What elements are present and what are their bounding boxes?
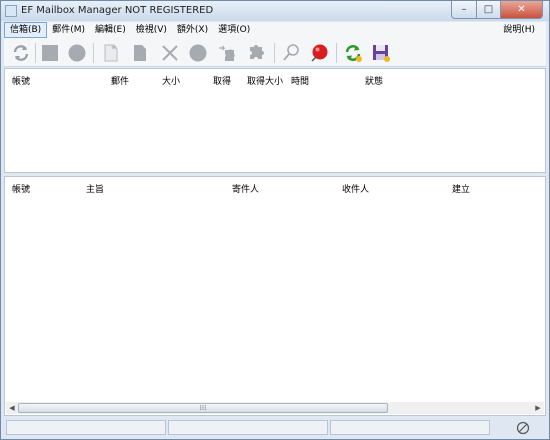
red-ball-icon (311, 44, 328, 62)
stop-square-icon (42, 45, 58, 61)
ball-button[interactable] (308, 42, 330, 64)
messages-header: 帳號 主旨 寄件人 收件人 建立 (5, 177, 545, 195)
status-bar (4, 418, 546, 438)
col-mail[interactable]: 郵件 (111, 74, 129, 87)
toolbar (4, 38, 546, 67)
new-document-icon (104, 44, 118, 62)
scroll-right-button[interactable]: ▶ (532, 402, 544, 414)
col-sender[interactable]: 寄件人 (232, 182, 259, 195)
save-disk-icon (373, 45, 390, 62)
sync-button[interactable] (342, 42, 364, 64)
plugin-button[interactable] (246, 42, 268, 64)
arrow-right-icon: ▶ (535, 404, 541, 412)
menu-help[interactable]: 說明(H) (498, 22, 540, 38)
scroll-left-button[interactable]: ◀ (6, 402, 18, 414)
horizontal-scrollbar[interactable]: ◀ ⁞⁞⁞ ▶ (6, 402, 544, 414)
new-message-button[interactable] (100, 42, 122, 64)
menu-extra[interactable]: 額外(X) (172, 22, 213, 38)
delete-x-icon (162, 45, 178, 61)
accounts-header: 帳號 郵件 大小 取得 取得大小 時間 狀態 (5, 69, 545, 87)
grip-icon: ⁞⁞⁞ (199, 404, 207, 412)
menu-view[interactable]: 檢視(V) (131, 22, 172, 38)
close-icon: ✕ (517, 4, 526, 15)
circle-icon (189, 44, 207, 62)
col-account[interactable]: 帳號 (12, 74, 30, 87)
arrow-left-icon: ◀ (9, 404, 15, 412)
stop-button[interactable] (39, 42, 61, 64)
save-button[interactable] (370, 42, 392, 64)
delete-button[interactable] (159, 42, 181, 64)
minimize-button[interactable]: – (451, 1, 477, 19)
menu-mailbox[interactable]: 信箱(B) (4, 22, 48, 38)
open-message-button[interactable] (129, 42, 151, 64)
close-button[interactable]: ✕ (501, 1, 543, 19)
col-fetched[interactable]: 取得 (213, 74, 231, 87)
forward-puzzle-icon (219, 45, 235, 61)
title-bar[interactable]: EF Mailbox Manager NOT REGISTERED – □ ✕ (1, 1, 549, 21)
forward-button[interactable] (216, 42, 238, 64)
col-size[interactable]: 大小 (162, 74, 180, 87)
status-cell-1 (6, 420, 166, 435)
col-recipient[interactable]: 收件人 (342, 182, 369, 195)
col-time[interactable]: 時間 (291, 74, 309, 87)
col-created[interactable]: 建立 (452, 182, 470, 195)
green-refresh-icon (345, 45, 362, 62)
refresh-icon (13, 45, 29, 61)
accounts-list[interactable]: 帳號 郵件 大小 取得 取得大小 時間 狀態 (4, 68, 546, 173)
messages-list[interactable]: 帳號 主旨 寄件人 收件人 建立 ◀ ⁞⁞⁞ ▶ (4, 176, 546, 416)
refresh-button[interactable] (10, 42, 32, 64)
puzzle-icon (250, 45, 264, 59)
minimize-icon: – (461, 4, 467, 15)
record-button[interactable] (66, 42, 88, 64)
col-msg-account[interactable]: 帳號 (12, 182, 30, 195)
window-title: EF Mailbox Manager NOT REGISTERED (21, 5, 214, 16)
col-status[interactable]: 狀態 (365, 74, 383, 87)
maximize-icon: □ (483, 4, 494, 15)
col-subject[interactable]: 主旨 (86, 182, 104, 195)
circle-button[interactable] (187, 42, 209, 64)
status-cell-2 (168, 420, 328, 435)
scrollbar-thumb[interactable]: ⁞⁞⁞ (18, 403, 388, 413)
pushpin-icon (283, 44, 299, 61)
menu-edit[interactable]: 編輯(E) (90, 22, 131, 38)
connection-status-icon (516, 421, 530, 435)
menu-mail[interactable]: 郵件(M) (47, 22, 90, 38)
pin-button[interactable] (280, 42, 302, 64)
record-circle-icon (68, 44, 86, 62)
document-icon (134, 45, 146, 61)
app-icon (5, 5, 17, 17)
status-cell-3 (330, 420, 490, 435)
app-window: EF Mailbox Manager NOT REGISTERED – □ ✕ … (0, 0, 550, 440)
window-controls: – □ ✕ (451, 1, 543, 19)
maximize-button[interactable]: □ (477, 1, 501, 19)
col-fetched-size[interactable]: 取得大小 (247, 74, 283, 87)
menu-bar: 信箱(B) 郵件(M) 編輯(E) 檢視(V) 額外(X) 選項(O) 說明(H… (4, 22, 546, 38)
menu-options[interactable]: 選項(O) (213, 22, 255, 38)
